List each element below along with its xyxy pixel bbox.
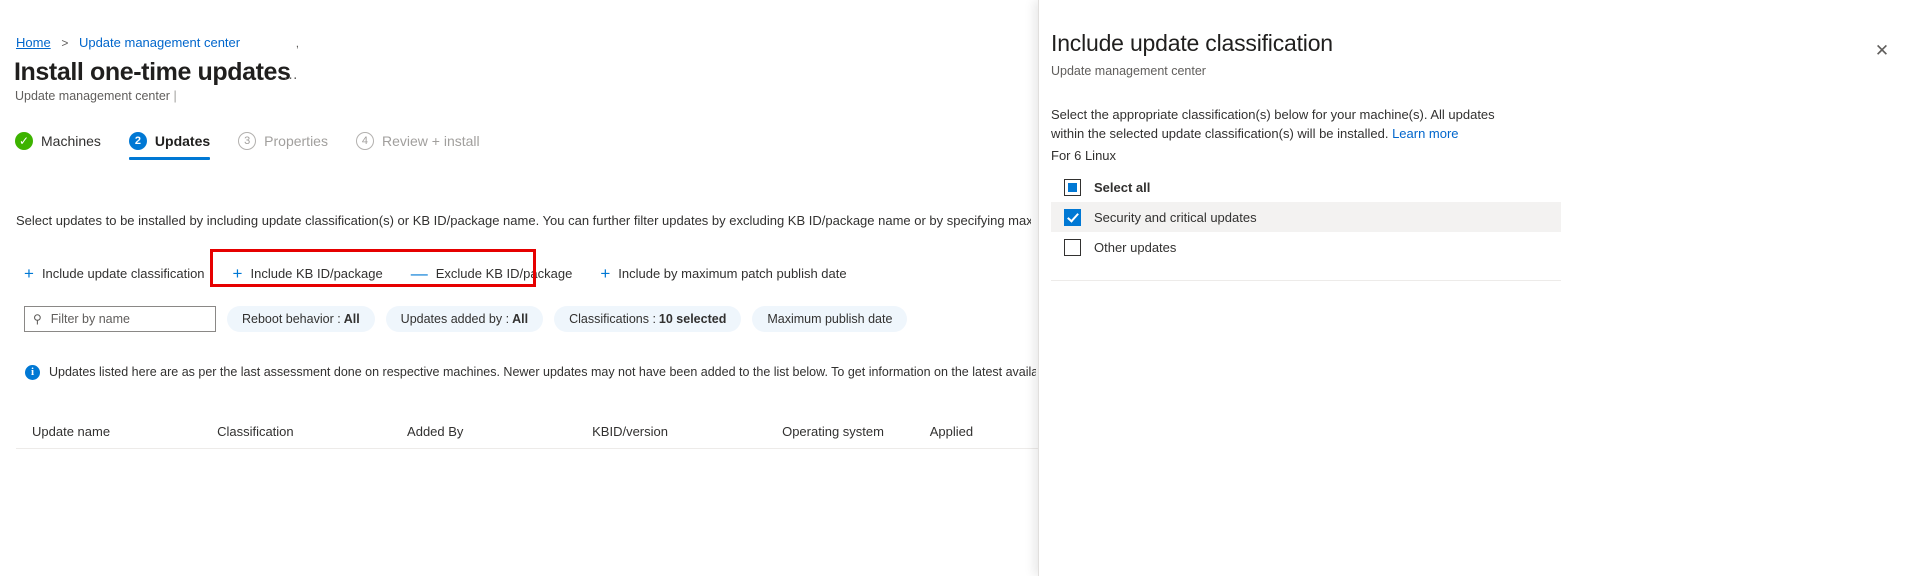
include-update-classification-button[interactable]: + Include update classification: [24, 256, 219, 290]
checkbox-indeterminate-icon[interactable]: [1064, 178, 1081, 196]
tab-properties[interactable]: 3 Properties: [238, 132, 342, 160]
tab-updates[interactable]: 2 Updates: [128, 132, 224, 160]
tab-updates-label: Updates: [154, 133, 211, 149]
plus-icon: +: [232, 263, 243, 283]
chip-updates-added-by-label: Updates added by :: [400, 312, 510, 326]
column-header-kbid-version[interactable]: KBID/version: [592, 424, 782, 439]
command-bar: + Include update classification + Includ…: [24, 256, 861, 290]
wizard-tabs: ✓ Machines 2 Updates 3 Properties 4 Revi…: [15, 132, 508, 160]
include-update-classification-panel: Include update classification Update man…: [1038, 0, 1915, 576]
chip-updates-added-by-value: All: [512, 312, 529, 326]
panel-group-label: For 6 Linux: [1051, 148, 1117, 163]
chip-classifications[interactable]: Classifications : 10 selected: [554, 306, 742, 332]
breadcrumb-update-management-center-link[interactable]: Update management center: [79, 35, 240, 50]
column-header-applied[interactable]: Applied: [930, 424, 1038, 439]
info-message-bar: i Updates listed here are as per the las…: [16, 352, 1036, 392]
chip-maximum-publish-date[interactable]: Maximum publish date: [752, 306, 908, 332]
panel-title: Include update classification: [1051, 30, 1333, 56]
breadcrumb-separator-icon: >: [61, 36, 69, 50]
breadcrumb-trailing: ,: [295, 36, 300, 50]
main-content: Home > Update management center , Instal…: [0, 0, 1038, 576]
tab-review-install-label: Review + install: [381, 133, 480, 149]
chip-classifications-label: Classifications :: [569, 312, 656, 326]
breadcrumb: Home > Update management center ,: [16, 34, 299, 52]
chip-updates-added-by[interactable]: Updates added by : All: [385, 306, 544, 332]
breadcrumb-home-link[interactable]: Home: [16, 35, 51, 50]
updates-table: Update name Classification Added By KBID…: [16, 415, 1038, 569]
step-number-badge: 2: [128, 132, 147, 150]
page-subtitle-text: Update management center: [15, 89, 170, 103]
info-icon: i: [25, 364, 40, 380]
plus-icon: +: [600, 263, 611, 283]
page-title: Install one-time updates: [14, 58, 291, 86]
step-number-badge: 3: [238, 132, 257, 150]
option-select-all[interactable]: Select all: [1051, 172, 1561, 202]
column-header-update-name[interactable]: Update name: [32, 424, 217, 439]
step-complete-check-icon: ✓: [15, 132, 33, 150]
filter-bar: ⚲ Reboot behavior : All Updates added by…: [24, 306, 908, 332]
search-icon: ⚲: [33, 312, 42, 326]
table-body: [16, 449, 1038, 569]
panel-description: Select the appropriate classification(s)…: [1051, 105, 1531, 143]
column-header-classification[interactable]: Classification: [217, 424, 407, 439]
filter-by-name-search[interactable]: ⚲: [24, 306, 216, 332]
chip-reboot-behavior[interactable]: Reboot behavior : All: [227, 306, 375, 332]
page-subtitle-tail: |: [169, 89, 177, 103]
table-header-row: Update name Classification Added By KBID…: [16, 415, 1038, 449]
chip-maximum-publish-date-label: Maximum publish date: [767, 312, 893, 326]
include-kb-id-package-label: Include KB ID/package: [250, 265, 383, 281]
checkbox-unchecked-icon[interactable]: [1064, 238, 1081, 256]
column-header-operating-system[interactable]: Operating system: [782, 424, 930, 439]
include-update-classification-label: Include update classification: [41, 265, 205, 281]
include-by-maximum-patch-publish-date-label: Include by maximum patch publish date: [618, 265, 847, 281]
option-other-updates[interactable]: Other updates: [1051, 232, 1561, 262]
checkbox-checked-icon[interactable]: [1064, 208, 1081, 226]
panel-subtitle: Update management center: [1051, 64, 1206, 78]
tab-review-install[interactable]: 4 Review + install: [355, 132, 494, 160]
panel-divider: [1051, 280, 1561, 281]
step-number-badge: 4: [355, 132, 374, 150]
info-message-text: Updates listed here are as per the last …: [49, 365, 1036, 379]
classification-option-list: Select all Security and critical updates…: [1051, 172, 1561, 262]
tab-machines[interactable]: ✓ Machines: [15, 132, 115, 160]
app-window: Home > Update management center , Instal…: [0, 0, 1915, 576]
chip-reboot-behavior-value: All: [343, 312, 360, 326]
chip-classifications-value: 10 selected: [658, 312, 727, 326]
instructions-text: Select updates to be installed by includ…: [16, 213, 1031, 228]
exclude-kb-id-package-button[interactable]: — Exclude KB ID/package: [397, 256, 587, 290]
chip-reboot-behavior-label: Reboot behavior :: [242, 312, 341, 326]
option-security-and-critical-updates[interactable]: Security and critical updates: [1051, 202, 1561, 232]
tab-properties-label: Properties: [264, 133, 328, 149]
minus-icon: —: [410, 263, 428, 283]
option-security-and-critical-updates-label: Security and critical updates: [1094, 209, 1257, 225]
column-header-added-by[interactable]: Added By: [407, 424, 592, 439]
close-icon[interactable]: ✕: [1869, 37, 1895, 63]
more-actions-ellipsis-icon[interactable]: …: [283, 66, 299, 83]
option-other-updates-label: Other updates: [1094, 239, 1177, 255]
search-input[interactable]: [48, 311, 207, 327]
exclude-kb-id-package-label: Exclude KB ID/package: [435, 265, 573, 281]
include-by-maximum-patch-publish-date-button[interactable]: + Include by maximum patch publish date: [586, 256, 860, 290]
learn-more-link[interactable]: Learn more: [1392, 126, 1458, 141]
plus-icon: +: [24, 263, 34, 283]
page-subtitle: Update management center |: [15, 89, 177, 103]
include-kb-id-package-button[interactable]: + Include KB ID/package: [219, 256, 397, 290]
tab-machines-label: Machines: [41, 133, 101, 149]
option-select-all-label: Select all: [1094, 179, 1151, 195]
